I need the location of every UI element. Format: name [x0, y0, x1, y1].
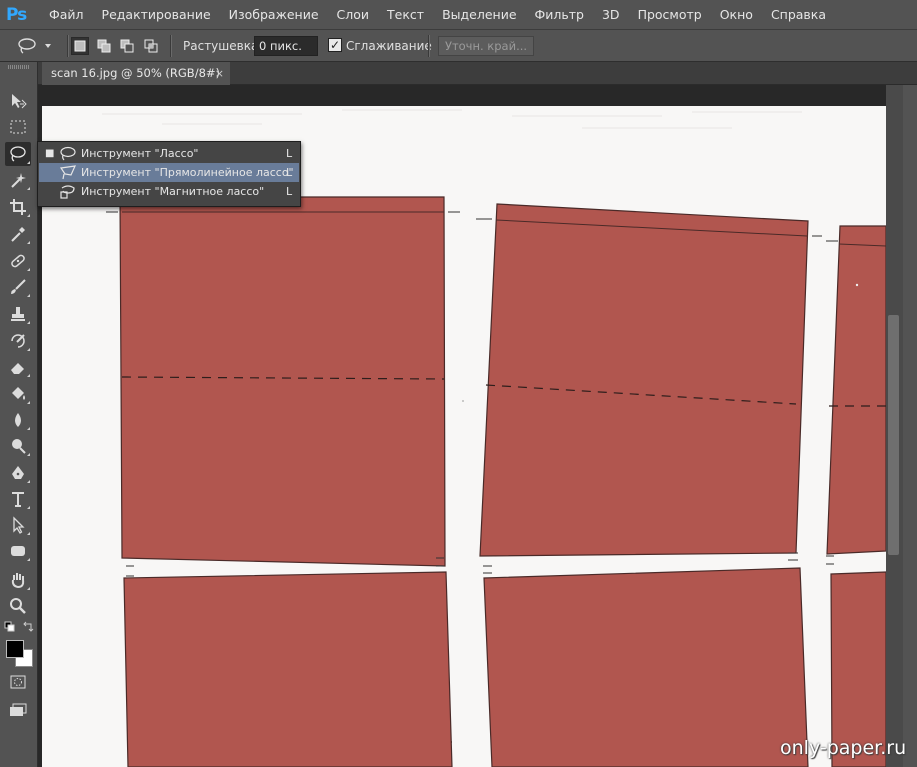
close-icon[interactable]: ×	[215, 62, 224, 85]
marquee-tool[interactable]	[5, 115, 31, 139]
zoom-icon	[10, 598, 26, 614]
path-selection-icon	[13, 516, 25, 534]
menu-select[interactable]: Выделение	[433, 0, 525, 29]
tool-preset-picker[interactable]	[16, 36, 62, 56]
intersect-selection-icon	[144, 39, 158, 53]
menu-bar: Ps Файл Редактирование Изображение Слои …	[0, 0, 917, 29]
add-to-selection-button[interactable]	[95, 37, 113, 55]
clone-stamp-icon	[11, 307, 25, 321]
new-selection-icon	[74, 40, 86, 52]
pen-tool[interactable]	[5, 461, 31, 485]
photoshop-logo: Ps	[6, 4, 27, 25]
magic-wand-icon	[11, 173, 26, 188]
flyout-item-lasso[interactable]: ■ Инструмент "Лассо" L	[39, 144, 299, 163]
foreground-color-swatch[interactable]	[6, 640, 24, 658]
lasso-tool[interactable]	[5, 142, 31, 166]
lasso-tool-flyout: ■ Инструмент "Лассо" L Инструмент "Прямо…	[37, 141, 301, 207]
panel-grip[interactable]	[8, 65, 30, 69]
chevron-down-icon	[45, 44, 51, 48]
menu-layers[interactable]: Слои	[328, 0, 379, 29]
menu-file[interactable]: Файл	[40, 0, 93, 29]
paint-bucket-icon	[12, 387, 25, 400]
flyout-label: Инструмент "Лассо"	[81, 147, 199, 160]
antialias-checkbox[interactable]: ✓	[328, 38, 342, 52]
menu-filter[interactable]: Фильтр	[526, 0, 593, 29]
blur-tool[interactable]	[5, 408, 31, 432]
flyout-label: Инструмент "Прямолинейное лассо"	[81, 166, 294, 179]
eyedropper-icon	[11, 227, 25, 242]
type-tool[interactable]	[5, 487, 31, 511]
feather-field[interactable]	[254, 36, 318, 56]
default-colors-icon[interactable]	[4, 621, 16, 633]
crop-icon	[10, 199, 26, 215]
healing-brush-tool[interactable]	[5, 249, 31, 273]
polygonal-lasso-icon	[59, 165, 76, 180]
marquee-icon	[10, 120, 26, 134]
flyout-shortcut: L	[286, 185, 293, 198]
quick-mask-button[interactable]	[5, 670, 31, 694]
blur-icon	[15, 413, 21, 427]
hand-tool[interactable]	[5, 568, 31, 592]
selected-bullet-icon: ■	[45, 148, 55, 159]
healing-brush-icon	[11, 254, 25, 268]
dodge-icon	[12, 439, 26, 454]
swap-colors-icon[interactable]	[22, 621, 34, 633]
hand-icon	[11, 573, 25, 589]
lasso-icon	[60, 146, 76, 161]
eyedropper-tool[interactable]	[5, 222, 31, 246]
menu-window[interactable]: Окно	[711, 0, 762, 29]
move-icon	[12, 94, 27, 109]
watermark-text: only-paper.ru	[780, 737, 907, 759]
zoom-tool[interactable]	[5, 594, 31, 618]
flyout-item-polygonal-lasso[interactable]: Инструмент "Прямолинейное лассо" L	[39, 163, 299, 182]
flyout-shortcut: L	[286, 147, 293, 160]
path-selection-tool[interactable]	[5, 513, 31, 537]
intersect-selection-button[interactable]	[142, 37, 160, 55]
history-brush-tool[interactable]	[5, 329, 31, 353]
clone-stamp-tool[interactable]	[5, 302, 31, 326]
lasso-icon	[18, 38, 36, 54]
pen-icon	[12, 466, 24, 479]
add-selection-icon	[97, 39, 111, 53]
paint-bucket-tool[interactable]	[5, 382, 31, 406]
menu-edit[interactable]: Редактирование	[93, 0, 220, 29]
shape-tool[interactable]	[5, 539, 31, 563]
new-selection-button[interactable]	[71, 37, 89, 55]
options-bar: Растушевка: ✓ Сглаживание Уточн. край...	[0, 29, 917, 62]
antialias-label: Сглаживание	[346, 39, 432, 53]
menu-3d[interactable]: 3D	[593, 0, 629, 29]
brush-icon	[11, 279, 26, 294]
flyout-shortcut: L	[286, 166, 293, 179]
type-icon	[12, 492, 24, 507]
menu-image[interactable]: Изображение	[220, 0, 328, 29]
shape-icon	[11, 546, 25, 556]
dodge-tool[interactable]	[5, 434, 31, 458]
menu-type[interactable]: Текст	[378, 0, 433, 29]
refine-edge-button[interactable]: Уточн. край...	[438, 36, 534, 56]
history-brush-icon	[11, 334, 25, 348]
flyout-label: Инструмент "Магнитное лассо"	[81, 185, 265, 198]
subtract-from-selection-button[interactable]	[118, 37, 136, 55]
document-tab[interactable]: scan 16.jpg @ 50% (RGB/8#) ×	[42, 62, 230, 85]
menu-view[interactable]: Просмотр	[629, 0, 711, 29]
screen-mode-button[interactable]	[5, 698, 31, 722]
eraser-tool[interactable]	[5, 355, 31, 379]
move-tool[interactable]	[5, 89, 31, 113]
brush-tool[interactable]	[5, 275, 31, 299]
quick-mask-icon	[10, 675, 26, 689]
vertical-scrollbar-thumb[interactable]	[888, 315, 899, 555]
flyout-item-magnetic-lasso[interactable]: Инструмент "Магнитное лассо" L	[39, 182, 299, 201]
document-tab-bar: scan 16.jpg @ 50% (RGB/8#) ×	[38, 62, 917, 85]
subtract-selection-icon	[120, 39, 134, 53]
menu-help[interactable]: Справка	[762, 0, 835, 29]
screen-mode-icon	[10, 703, 27, 716]
tools-panel	[0, 62, 38, 767]
crop-tool[interactable]	[5, 195, 31, 219]
magic-wand-tool[interactable]	[5, 168, 31, 192]
lasso-icon	[10, 146, 26, 162]
feather-label: Растушевка:	[183, 39, 263, 53]
document-tab-title: scan 16.jpg @ 50% (RGB/8#)	[51, 66, 221, 80]
eraser-icon	[11, 363, 24, 374]
magnetic-lasso-icon	[60, 185, 75, 199]
